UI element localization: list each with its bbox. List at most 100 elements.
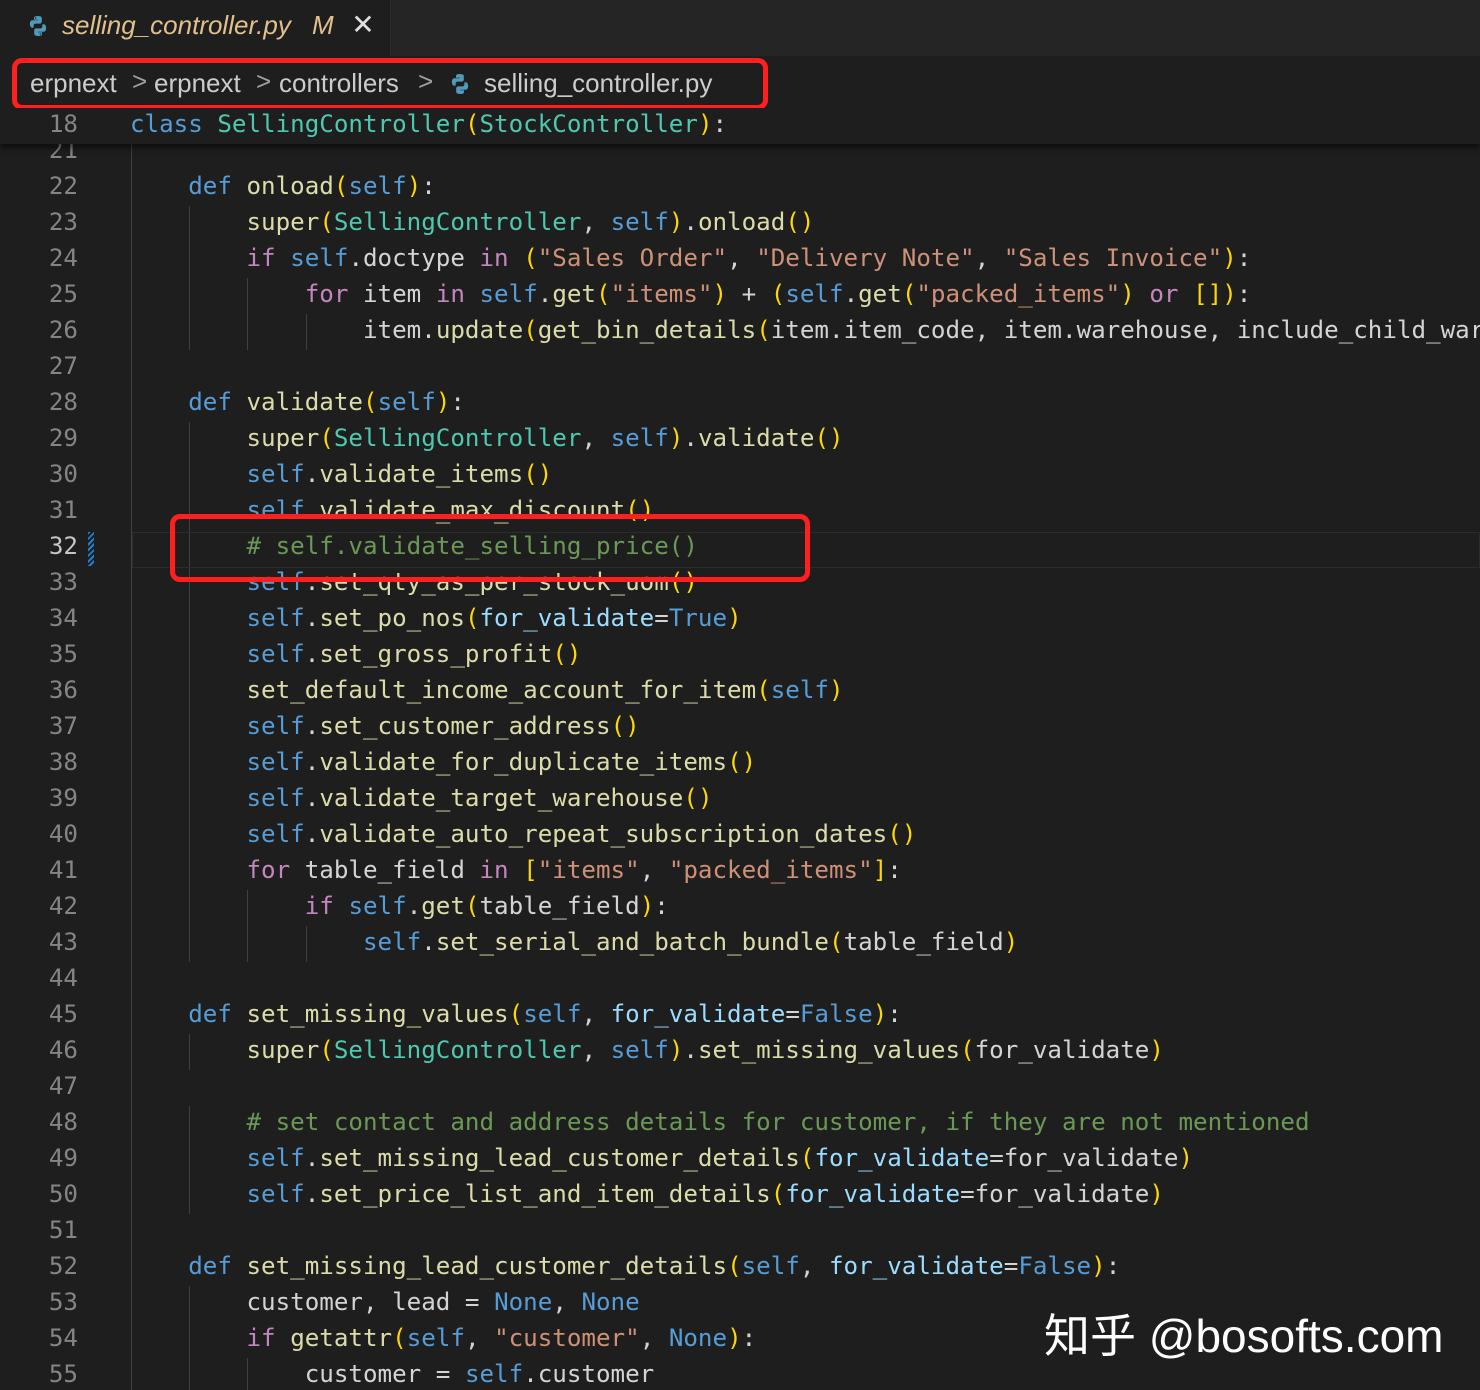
- code-line[interactable]: self.set_po_nos(for_validate=True): [130, 604, 742, 632]
- indent-guide: [189, 278, 191, 314]
- indent-guide: [189, 242, 191, 278]
- indent-guide: [131, 1286, 132, 1322]
- code-line[interactable]: self.validate_target_warehouse(): [130, 784, 713, 812]
- indent-guide: [131, 998, 132, 1034]
- indent-guide: [189, 1034, 191, 1070]
- indent-guide: [131, 1322, 132, 1358]
- code-line[interactable]: # set contact and address details for cu…: [130, 1108, 1310, 1136]
- modified-line-gutter-indicator: [88, 532, 94, 566]
- indent-guide: [247, 926, 249, 962]
- code-line[interactable]: self.validate_auto_repeat_subscription_d…: [130, 820, 917, 848]
- line-number: 24: [48, 244, 78, 272]
- indent-guide: [131, 746, 132, 782]
- line-32-highlight-box: [170, 514, 810, 582]
- code-line[interactable]: self.set_serial_and_batch_bundle(table_f…: [130, 928, 1018, 956]
- indent-guide: [189, 926, 191, 962]
- line-number: 26: [48, 316, 78, 344]
- indent-guide: [131, 1358, 132, 1390]
- indent-guide: [305, 926, 307, 962]
- code-line[interactable]: def onload(self):: [130, 172, 436, 200]
- indent-guide: [189, 890, 191, 926]
- indent-guide: [189, 1322, 191, 1358]
- indent-guide: [131, 782, 132, 818]
- code-line[interactable]: def set_missing_lead_customer_details(se…: [130, 1252, 1120, 1280]
- line-number: 51: [48, 1216, 78, 1244]
- line-number: 23: [48, 208, 78, 236]
- indent-guide: [189, 206, 191, 242]
- code-line[interactable]: super(SellingController, self).onload(): [130, 208, 815, 236]
- indent-guide: [131, 890, 132, 926]
- code-line[interactable]: if self.get(table_field):: [130, 892, 669, 920]
- line-number: 39: [48, 784, 78, 812]
- line-number: 53: [48, 1288, 78, 1316]
- indent-guide: [247, 1358, 249, 1390]
- indent-guide: [131, 566, 132, 602]
- indent-guide: [131, 1070, 132, 1106]
- line-number: 52: [48, 1252, 78, 1280]
- indent-guide: [131, 494, 132, 530]
- indent-guide: [131, 1142, 132, 1178]
- code-editor[interactable]: 18 class SellingController(StockControll…: [0, 108, 1480, 1390]
- indent-guide: [189, 710, 191, 746]
- indent-guide: [189, 314, 191, 350]
- editor-tab[interactable]: selling_controller.py M ✕: [0, 0, 391, 56]
- indent-guide: [189, 638, 191, 674]
- code-line[interactable]: self.set_gross_profit(): [130, 640, 582, 668]
- code-line[interactable]: set_default_income_account_for_item(self…: [130, 676, 844, 704]
- code-line[interactable]: self.set_price_list_and_item_details(for…: [130, 1180, 1164, 1208]
- code-line[interactable]: customer, lead = None, None: [130, 1288, 640, 1316]
- indent-guide: [131, 350, 132, 386]
- indent-guide: [131, 962, 132, 998]
- code-line[interactable]: def validate(self):: [130, 388, 465, 416]
- indent-guide: [247, 890, 249, 926]
- sticky-scroll-header[interactable]: 18 class SellingController(StockControll…: [0, 108, 1480, 144]
- line-number: 44: [48, 964, 78, 992]
- line-number: 18: [48, 110, 78, 138]
- indent-guide: [131, 278, 132, 314]
- line-number: 32: [48, 532, 78, 560]
- code-line[interactable]: self.validate_items(): [130, 460, 553, 488]
- code-line[interactable]: if self.doctype in ("Sales Order", "Deli…: [130, 244, 1252, 272]
- code-line[interactable]: for table_field in ["items", "packed_ite…: [130, 856, 902, 884]
- line-number: 35: [48, 640, 78, 668]
- line-number: 42: [48, 892, 78, 920]
- line-number: 46: [48, 1036, 78, 1064]
- indent-guide: [131, 1178, 132, 1214]
- line-number: 31: [48, 496, 78, 524]
- code-line[interactable]: item.update(get_bin_details(item.item_co…: [130, 316, 1480, 344]
- code-line[interactable]: for item in self.get("items") + (self.ge…: [130, 280, 1252, 308]
- code-line[interactable]: super(SellingController, self).set_missi…: [130, 1036, 1164, 1064]
- indent-guide: [189, 818, 191, 854]
- line-number: 25: [48, 280, 78, 308]
- indent-guide: [131, 458, 132, 494]
- line-number: 28: [48, 388, 78, 416]
- code-line[interactable]: super(SellingController, self).validate(…: [130, 424, 844, 452]
- code-line[interactable]: self.set_customer_address(): [130, 712, 640, 740]
- close-icon[interactable]: ✕: [350, 11, 376, 39]
- indent-guide: [189, 1142, 191, 1178]
- indent-guide: [131, 710, 132, 746]
- indent-guide: [247, 278, 249, 314]
- python-file-icon: [29, 16, 47, 36]
- indent-guide: [189, 746, 191, 782]
- line-number: 41: [48, 856, 78, 884]
- line-number: 40: [48, 820, 78, 848]
- indent-guide: [189, 602, 191, 638]
- tab-bar: selling_controller.py M ✕: [0, 0, 1480, 56]
- code-line[interactable]: customer = self.customer: [130, 1360, 655, 1388]
- indent-guide: [131, 386, 132, 422]
- code-line[interactable]: self.set_missing_lead_customer_details(f…: [130, 1144, 1194, 1172]
- line-number: 33: [48, 568, 78, 596]
- indent-guide: [189, 1178, 191, 1214]
- line-number: 38: [48, 748, 78, 776]
- code-line[interactable]: self.validate_for_duplicate_items(): [130, 748, 757, 776]
- code-line[interactable]: if getattr(self, "customer", None):: [130, 1324, 757, 1352]
- indent-guide: [189, 782, 191, 818]
- line-number: 55: [48, 1360, 78, 1388]
- line-number: 47: [48, 1072, 78, 1100]
- line-number: 22: [48, 172, 78, 200]
- indent-guide: [189, 422, 191, 458]
- indent-guide: [131, 422, 132, 458]
- watermark: 知乎 @bosofts.com: [1044, 1310, 1444, 1362]
- code-line[interactable]: def set_missing_values(self, for_validat…: [130, 1000, 902, 1028]
